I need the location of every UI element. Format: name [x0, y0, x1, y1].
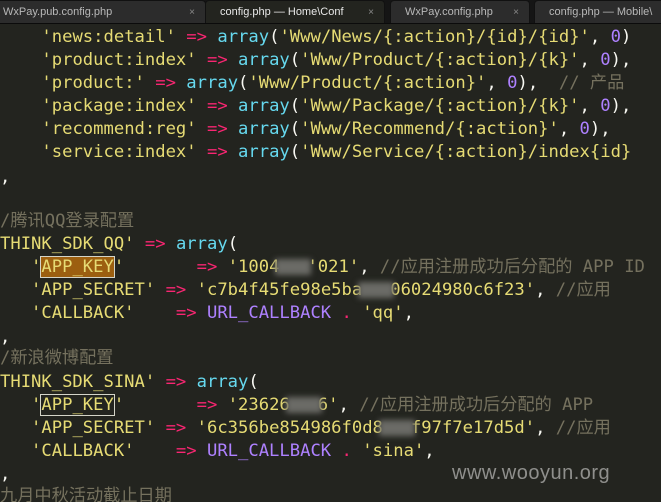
code-editor[interactable]: 'news:detail' => array('Www/News/{:actio… — [0, 26, 661, 502]
tab-wxpay-config[interactable]: WxPay.config.php × — [390, 0, 530, 23]
code-line: 'APP_KEY' => '1004'021', //应用注册成功后分配的 AP… — [31, 256, 645, 278]
code-line: 'product:index' => array('Www/Product/{:… — [41, 50, 632, 70]
watermark: www.wooyun.org — [452, 462, 611, 484]
tab-label: config.php — Home\Conf — [220, 6, 344, 18]
redacted-blur — [358, 282, 395, 298]
app-key-highlight: APP_KEY — [40, 256, 115, 278]
close-icon[interactable]: × — [368, 1, 374, 23]
close-icon[interactable]: × — [189, 1, 195, 23]
code-line: 'news:detail' => array('Www/News/{:actio… — [41, 27, 632, 47]
tab-bar: WxPay.pub.config.php × config.php — Home… — [0, 0, 661, 24]
tab-label: config.php — Mobile\ — [549, 6, 653, 18]
redacted-blur — [285, 397, 322, 413]
tab-mobile-config[interactable]: config.php — Mobile\ — [534, 0, 661, 23]
redacted-blur — [378, 420, 415, 436]
tab-label: WxPay.pub.config.php — [3, 6, 113, 18]
code-line: 'package:index' => array('Www/Package/{:… — [41, 96, 632, 116]
code-line: 'recommend:reg' => array('Www/Recommend/… — [41, 119, 611, 139]
redacted-blur — [275, 259, 312, 275]
code-line: /新浪微博配置 — [0, 348, 114, 368]
code-line: 'APP_SECRET' => 'c7b4f45fe98e5ba 06024980… — [31, 280, 611, 300]
code-line: , — [0, 464, 11, 484]
code-line: 九月中秋活动截止日期 — [0, 486, 172, 502]
code-line: , — [0, 327, 11, 347]
app-key-highlight: APP_KEY — [40, 394, 115, 416]
code-line: /腾讯QQ登录配置 — [0, 211, 135, 231]
tab-wxpay-pub-config[interactable]: WxPay.pub.config.php × — [0, 0, 206, 23]
tab-home-config[interactable]: config.php — Home\Conf × — [205, 0, 385, 23]
code-line: 'product:' => array('Www/Product/{:actio… — [41, 73, 625, 93]
code-line: , — [0, 167, 11, 187]
code-line: 'CALLBACK' => URL_CALLBACK . 'sina', — [31, 441, 435, 461]
code-line: 'service:index' => array('Www/Service/{:… — [41, 142, 632, 162]
code-line: THINK_SDK_SINA' => array( — [0, 372, 259, 392]
close-icon[interactable]: × — [513, 1, 519, 23]
code-line: 'APP_SECRET' => '6c356be854986f0d8 f97f7e… — [31, 418, 611, 438]
tab-label: WxPay.config.php — [405, 6, 493, 18]
code-line: 'CALLBACK' => URL_CALLBACK . 'qq', — [31, 303, 414, 323]
code-line: THINK_SDK_QQ' => array( — [0, 234, 239, 254]
code-line: 'APP_KEY' => '23626 6', //应用注册成功后分配的 APP — [31, 394, 594, 416]
